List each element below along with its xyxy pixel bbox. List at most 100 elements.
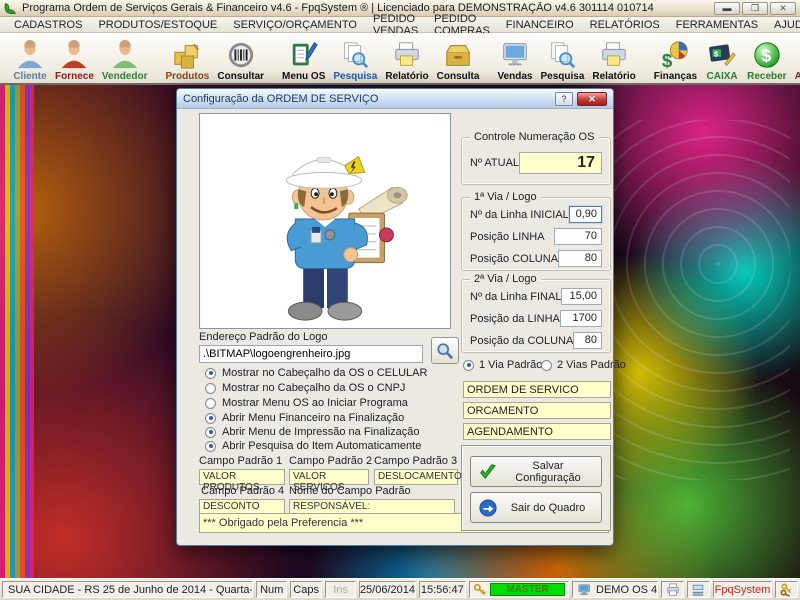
option-pesquisa-item[interactable]: Abrir Pesquisa do Item Automaticamente	[205, 439, 421, 453]
tipo-ordem-servico-field[interactable]: ORDEM DE SERVICO	[463, 381, 611, 398]
clipboard-pen-icon	[289, 40, 319, 70]
tipo-orcamento-field[interactable]: ORCAMENTO	[463, 402, 611, 419]
produtos-button[interactable]: Produtos	[161, 33, 213, 83]
status-insert: Ins	[325, 581, 356, 598]
logo-preview-image	[199, 113, 451, 329]
dialog-close-button[interactable]: ✕	[577, 92, 607, 106]
menu-ajuda[interactable]: AJUDA	[766, 19, 800, 31]
actions-groupbox: Salvar Configuração Sair do Quadro	[461, 445, 611, 531]
numero-atual-field[interactable]: 17	[519, 152, 602, 174]
radio-icon	[205, 368, 216, 379]
vendedor-button[interactable]: Vendedor	[98, 33, 152, 83]
linha-inicial-label: Nº da Linha INICIAL	[470, 209, 569, 221]
campo4-label: Campo Padrão 4	[201, 485, 284, 497]
monitor-icon	[500, 40, 530, 70]
linha-inicial-field[interactable]: 0,90	[569, 206, 602, 223]
radio-1-via-padrao[interactable]: 1 Via Padrão	[463, 359, 542, 371]
campo1-field[interactable]: VALOR PRODUTOS	[199, 469, 285, 485]
menu-servico-orcamento[interactable]: SERVIÇO/ORÇAMENTO	[225, 19, 365, 31]
campo2-field[interactable]: VALOR SERVICOS	[289, 469, 369, 485]
restore-button[interactable]: ❐	[742, 2, 768, 15]
pesquisa-os-button[interactable]: Pesquisa	[329, 33, 381, 83]
background-rings	[610, 120, 790, 480]
consultar-button[interactable]: Consultar	[213, 33, 268, 83]
consulta-os-button[interactable]: Consulta	[433, 33, 484, 83]
engineer-cartoon-illustration	[200, 114, 450, 328]
caixa-button[interactable]: $ CAIXA	[701, 33, 743, 83]
barcode-icon	[226, 40, 256, 70]
toolbar-label: CAIXA	[707, 71, 738, 82]
salvar-configuracao-button[interactable]: Salvar Configuração	[470, 456, 602, 487]
relatorio-vendas-button[interactable]: Relatório	[588, 33, 639, 83]
statusbar: SUA CIDADE - RS 25 de Junho de 2014 - Qu…	[0, 578, 800, 600]
a-pagar-button[interactable]: $ A Pagar	[791, 33, 800, 83]
toolbar-label: Receber	[747, 71, 786, 82]
tipo-agendamento-field[interactable]: AGENDAMENTO	[463, 423, 611, 440]
printer-icon	[666, 583, 680, 597]
posicao-linha-label: Posição LINHA	[470, 231, 545, 243]
menu-produtos-estoque[interactable]: PRODUTOS/ESTOQUE	[90, 19, 225, 31]
menu-cadastros[interactable]: CADASTROS	[6, 19, 90, 31]
status-brand: FpqSystem	[713, 581, 773, 598]
search-pages-icon	[547, 40, 577, 70]
toolbar-label: Vendedor	[102, 71, 148, 82]
dialog-help-button[interactable]: ?	[555, 92, 573, 106]
svg-text:$: $	[662, 50, 673, 70]
via1-groupbox: 1ª Via / Logo Nº da Linha INICIAL 0,90 P…	[461, 197, 611, 271]
menu-os-button[interactable]: Menu OS	[278, 33, 329, 83]
pesquisa-vendas-button[interactable]: Pesquisa	[536, 33, 588, 83]
posicao-linha2-field[interactable]: 1700	[560, 310, 602, 327]
option-mostrar-cnpj[interactable]: Mostrar no Cabeçalho da OS o CNPJ	[205, 381, 405, 395]
toolbar-label: Finanças	[654, 71, 697, 82]
posicao-linha-field[interactable]: 70	[554, 228, 602, 245]
status-version-segment: DEMO OS 4.6	[572, 581, 658, 598]
logo-path-input[interactable]	[199, 345, 423, 363]
campo1-label: Campo Padrão 1	[199, 455, 282, 467]
relatorio-os-button[interactable]: Relatório	[381, 33, 432, 83]
campo3-field[interactable]: DESLOCAMENTO	[374, 469, 458, 485]
toolbar-label: Vendas	[497, 71, 532, 82]
option-menu-financeiro[interactable]: Abrir Menu Financeiro na Finalização	[205, 411, 404, 425]
menu-ferramentas[interactable]: FERRAMENTAS	[668, 19, 766, 31]
app-logo-icon	[4, 2, 17, 15]
dialog-title: Configuração da ORDEM DE SERVIÇO	[183, 93, 551, 105]
vendas-button[interactable]: Vendas	[493, 33, 536, 83]
via2-group-label: 2ª Via / Logo	[470, 273, 541, 285]
logo-path-label: Endereço Padrão do Logo	[199, 331, 327, 343]
key-icon	[473, 583, 487, 597]
sair-do-quadro-button[interactable]: Sair do Quadro	[470, 492, 602, 523]
posicao-coluna-field[interactable]: 80	[558, 250, 602, 267]
posicao-coluna2-label: Posição da COLUNA	[470, 335, 573, 347]
linha-final-field[interactable]: 15,00	[561, 288, 602, 305]
receber-button[interactable]: $ Receber	[743, 33, 790, 83]
option-menu-os-iniciar[interactable]: Mostrar Menu OS ao Iniciar Programa	[205, 396, 408, 410]
cliente-button[interactable]: Cliente	[9, 33, 51, 83]
status-date: 25/06/2014	[359, 581, 415, 598]
menu-relatorios[interactable]: RELATÓRIOS	[582, 19, 668, 31]
finance-pie-icon: $	[660, 40, 690, 70]
close-button[interactable]: ✕	[770, 2, 796, 15]
dialog-titlebar[interactable]: Configuração da ORDEM DE SERVIÇO ? ✕	[177, 89, 613, 109]
fornecedor-button[interactable]: Fornece	[51, 33, 98, 83]
toolbar: Cliente Fornece Vendedor Produtos Consul…	[0, 33, 800, 85]
posicao-coluna2-field[interactable]: 80	[573, 332, 602, 349]
minimize-button[interactable]: ▬	[714, 2, 740, 15]
radio-icon	[205, 441, 216, 452]
network-icon	[691, 583, 705, 597]
menubar: CADASTROS PRODUTOS/ESTOQUE SERVIÇO/ORÇAM…	[0, 17, 800, 33]
linha-final-label: Nº da Linha FINAL	[470, 291, 561, 303]
browse-logo-button[interactable]	[431, 337, 459, 364]
toolbar-label: Menu OS	[282, 71, 325, 82]
printer-icon	[599, 40, 629, 70]
option-menu-impressao[interactable]: Abrir Menu de Impressão na Finalização	[205, 425, 419, 439]
toolbar-label: Pesquisa	[333, 71, 377, 82]
menu-financeiro[interactable]: FINANCEIRO	[498, 19, 582, 31]
option-mostrar-celular[interactable]: Mostrar no Cabeçalho da OS o CELULAR	[205, 366, 427, 380]
config-ordem-servico-dialog: Configuração da ORDEM DE SERVIÇO ? ✕	[176, 88, 614, 546]
radio-2-vias-padrao[interactable]: 2 Vias Padrão	[541, 359, 626, 371]
person-green-icon	[110, 40, 140, 70]
dollar-green-icon: $	[752, 40, 782, 70]
toolbar-label: Fornece	[55, 71, 94, 82]
cashbook-icon: $	[707, 40, 737, 70]
financas-button[interactable]: $ Finanças	[650, 33, 701, 83]
